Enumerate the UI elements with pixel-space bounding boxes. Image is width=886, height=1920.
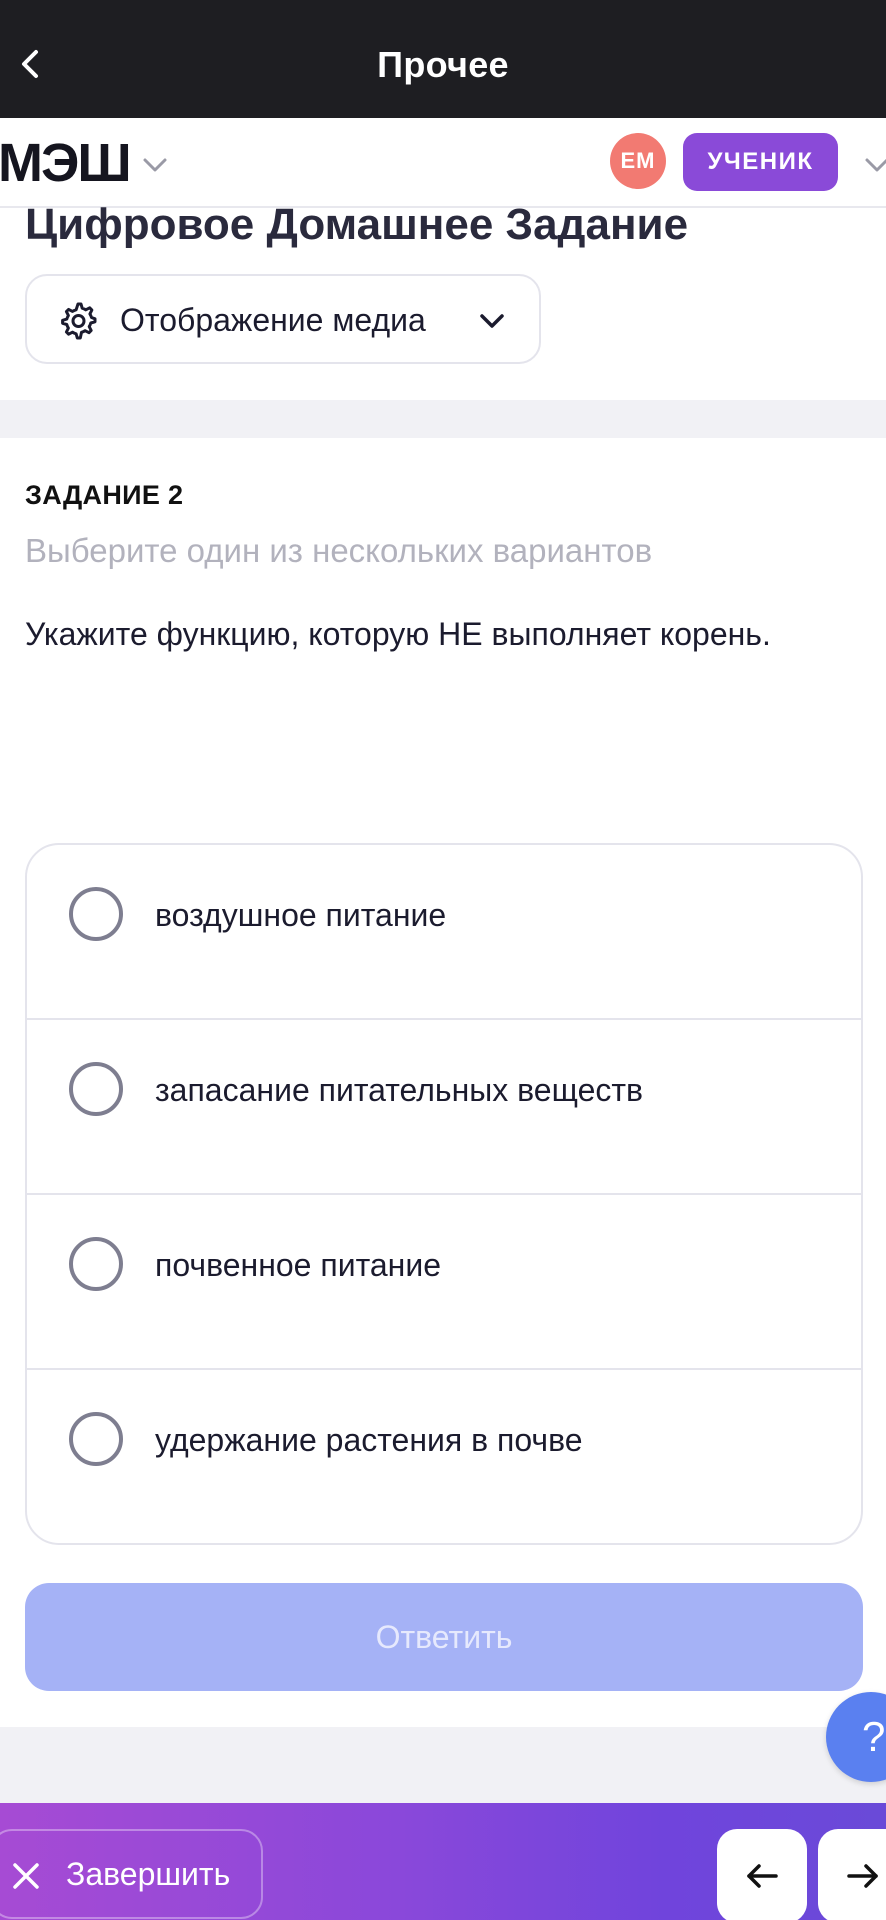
- user-avatar[interactable]: ЕМ: [610, 133, 666, 189]
- section-divider: [0, 400, 886, 438]
- mesh-logo[interactable]: МЭШ: [0, 136, 132, 190]
- answer-option[interactable]: удержание растения в почве: [27, 1370, 861, 1543]
- answer-option-label: почвенное питание: [155, 1247, 441, 1283]
- arrow-left-icon: [747, 1864, 778, 1888]
- task-question: Укажите функцию, которую НЕ выполняет ко…: [25, 616, 771, 652]
- section-divider: [0, 1727, 886, 1803]
- next-task-button[interactable]: [818, 1829, 886, 1920]
- radio-button[interactable]: [69, 1412, 123, 1466]
- media-display-dropdown[interactable]: Отображение медиа: [25, 274, 541, 364]
- screen-title: Прочее: [377, 44, 509, 85]
- answer-button[interactable]: Ответить: [25, 1583, 863, 1691]
- answer-option[interactable]: запасание питательных веществ: [27, 1020, 861, 1195]
- bottom-action-bar: Завершить: [0, 1803, 886, 1920]
- answer-option[interactable]: почвенное питание: [27, 1195, 861, 1370]
- task-number: ЗАДАНИЕ 2: [25, 480, 184, 510]
- answer-option-label: воздушное питание: [155, 897, 447, 933]
- media-display-label: Отображение медиа: [120, 302, 426, 338]
- radio-button[interactable]: [69, 1062, 123, 1116]
- answer-options-list: воздушное питание запасание питательных …: [25, 843, 863, 1545]
- close-icon: [13, 1863, 39, 1889]
- top-navigation-bar: Прочее: [0, 0, 886, 118]
- radio-button[interactable]: [69, 887, 123, 941]
- finish-label: Завершить: [66, 1856, 231, 1892]
- chevron-down-icon: [480, 314, 504, 328]
- gear-icon: [61, 302, 97, 340]
- arrow-right-icon: [847, 1864, 878, 1888]
- task-hint: Выберите один из нескольких вариантов: [25, 532, 653, 569]
- page-title: Цифровое Домашнее Задание: [25, 200, 689, 249]
- radio-button[interactable]: [69, 1237, 123, 1291]
- answer-option-label: удержание растения в почве: [155, 1422, 583, 1458]
- chevron-down-icon[interactable]: [860, 148, 886, 182]
- role-badge[interactable]: УЧЕНИК: [683, 133, 838, 191]
- answer-option-label: запасание питательных веществ: [155, 1072, 644, 1108]
- finish-button[interactable]: Завершить: [0, 1829, 263, 1919]
- chevron-down-icon[interactable]: [138, 148, 172, 182]
- previous-task-button[interactable]: [717, 1829, 807, 1920]
- answer-option[interactable]: воздушное питание: [27, 845, 861, 1020]
